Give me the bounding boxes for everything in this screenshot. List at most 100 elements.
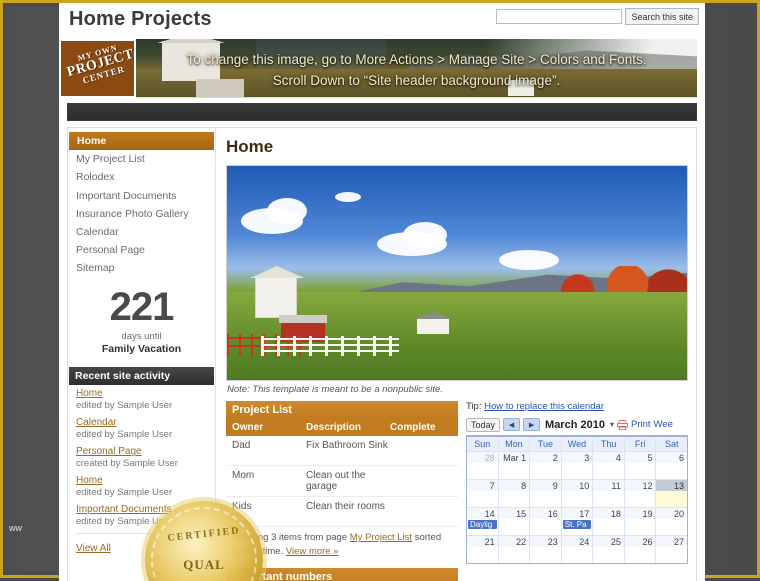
calendar-grid: Sun Mon Tue Wed Thu Fri Sat 28 Mar 123456… (466, 435, 688, 564)
calendar-day-number: 11 (593, 480, 624, 491)
calendar-day-number: 8 (498, 480, 530, 491)
calendar-event-chip[interactable]: St. Pa (562, 520, 592, 529)
banner-background-image: To change this image, go to More Actions… (136, 39, 697, 97)
table-row: Dad Fix Bathroom Sink (226, 436, 458, 466)
activity-link[interactable]: Home (76, 388, 209, 399)
outer-window-frame: Home Projects Search this site MY OWN PR… (0, 0, 760, 581)
calendar-day-cell[interactable]: 17 St. Pa (561, 508, 594, 535)
calendar-day-number: 16 (530, 508, 561, 519)
calendar-day-cell[interactable]: 9 (530, 480, 562, 507)
column-header-description: Description (306, 422, 362, 433)
activity-link[interactable]: Personal Page (76, 446, 209, 457)
activity-link[interactable]: Calendar (76, 417, 209, 428)
calendar-tip-link[interactable]: How to replace this calendar (484, 401, 604, 412)
today-button[interactable]: Today (466, 417, 501, 432)
next-month-arrow-icon[interactable]: ▶ (523, 418, 541, 431)
calendar-day-cell[interactable]: 11 (593, 480, 625, 507)
sidebar-item-important-documents[interactable]: Important Documents (68, 187, 215, 205)
calendar-day-cell[interactable]: 24 (561, 536, 594, 563)
calendar-day-cell[interactable]: 20 (656, 508, 688, 535)
day-header-mon: Mon (499, 437, 531, 451)
sidebar-item-calendar[interactable]: Calendar (68, 223, 215, 241)
day-header-sun: Sun (467, 437, 499, 451)
list-item: Personal Page created by Sample User (76, 446, 209, 469)
activity-detail: edited by Sample User (76, 400, 173, 412)
cell-owner: Dad (232, 440, 251, 451)
calendar-day-cell[interactable]: 22 (498, 536, 531, 563)
calendar-day-number: 14 (467, 508, 498, 519)
seal-line-1: CERTIFIED (167, 525, 241, 544)
seal-line-2: QUAL (183, 557, 225, 572)
activity-detail: created by Sample User (76, 458, 178, 470)
calendar-day-cell[interactable]: 26 (624, 536, 657, 563)
calendar-day-cell[interactable]: 14 Daylig (467, 508, 499, 535)
calendar-day-number: 17 (561, 508, 593, 519)
printer-icon[interactable] (616, 419, 628, 430)
calendar-day-cell[interactable]: 2 (530, 452, 562, 479)
hero-photo (226, 165, 688, 381)
calendar-panel: Tip: How to replace this calendar Today … (466, 401, 688, 581)
calendar-day-number: 9 (530, 480, 561, 491)
calendar-day-cell[interactable]: Mar 1 (498, 452, 531, 479)
project-list-header-row: Owner Description Complete (226, 419, 458, 436)
calendar-day-number: 19 (624, 508, 656, 519)
calendar-day-cell[interactable]: 3 (561, 452, 594, 479)
column-header-complete: Complete (390, 422, 436, 433)
calendar-day-cell[interactable]: 21 (467, 536, 499, 563)
calendar-day-cell[interactable]: 6 (656, 452, 688, 479)
search-button[interactable]: Search this site (625, 8, 699, 25)
list-item: Home edited by Sample User (76, 475, 209, 498)
calendar-day-cell[interactable]: 7 (467, 480, 499, 507)
calendar-day-number: 2 (530, 452, 561, 463)
prev-month-arrow-icon[interactable]: ◀ (503, 418, 521, 431)
site-logo[interactable]: MY OWN PROJECT CENTER (59, 39, 136, 98)
horizontal-nav-bar[interactable] (67, 103, 697, 121)
calendar-day-number: Mar 1 (498, 452, 530, 463)
search-input[interactable] (496, 9, 623, 24)
view-more-link[interactable]: View more » (286, 546, 339, 557)
calendar-event-chip[interactable]: Daylig (468, 520, 497, 529)
calendar-day-cell[interactable]: 12 (624, 480, 657, 507)
sidebar-item-my-project-list[interactable]: My Project List (68, 150, 215, 168)
footer-page-link[interactable]: My Project List (350, 532, 412, 543)
countdown-number: 221 (109, 285, 175, 330)
sidebar-item-rolodex[interactable]: Rolodex (68, 168, 215, 186)
calendar-day-cell[interactable]: 15 (498, 508, 531, 535)
sidebar-item-home[interactable]: Home (69, 132, 214, 151)
calendar-day-cell[interactable]: 5 (624, 452, 657, 479)
site-banner: MY OWN PROJECT CENTER To change this ima… (59, 39, 697, 98)
calendar-day-number: 20 (656, 508, 688, 519)
calendar-day-cell[interactable]: 16 (530, 508, 562, 535)
sidebar-item-insurance-photo-gallery[interactable]: Insurance Photo Gallery (68, 205, 215, 223)
activity-link[interactable]: Home (76, 475, 209, 486)
chevron-down-icon[interactable]: ▾ (610, 420, 614, 429)
source-watermark: ww (9, 523, 22, 533)
hero-white-shed (414, 312, 452, 334)
calendar-day-number: 12 (624, 480, 656, 491)
hero-farmhouse (250, 266, 304, 318)
calendar-day-cell[interactable]: 4 (593, 452, 625, 479)
calendar-day-cell[interactable]: 18 (593, 508, 625, 535)
calendar-day-cell[interactable]: 10 (561, 480, 594, 507)
calendar-week-row: 14 Daylig 15 16 17 St. Pa 18 19 20 (467, 507, 688, 535)
week-view-label[interactable]: Wee (654, 419, 673, 430)
calendar-day-cell[interactable]: 28 (467, 452, 499, 479)
calendar-month-label: March 2010 (545, 418, 605, 431)
view-all-link[interactable]: View All (76, 543, 111, 554)
calendar-day-number: 10 (561, 480, 593, 491)
calendar-day-cell[interactable]: 19 (624, 508, 657, 535)
table-row: Mom Clean out the garage (226, 466, 458, 497)
day-header-sat: Sat (665, 439, 679, 449)
sidebar-nav: Home My Project List Rolodex Important D… (68, 128, 215, 277)
calendar-day-cell[interactable]: 23 (530, 536, 562, 563)
calendar-day-cell[interactable]: 8 (498, 480, 531, 507)
print-label[interactable]: Print (631, 419, 651, 430)
sidebar-item-personal-page[interactable]: Personal Page (68, 241, 215, 259)
calendar-week-row: 28 Mar 123456 (467, 451, 688, 479)
sidebar-item-sitemap[interactable]: Sitemap (68, 259, 215, 277)
calendar-day-cell[interactable]: 25 (593, 536, 625, 563)
calendar-day-cell[interactable]: 13 (656, 480, 688, 507)
calendar-day-number: 25 (593, 536, 624, 547)
calendar-day-cell[interactable]: 27 (656, 536, 688, 563)
countdown-label: days until (121, 331, 162, 343)
